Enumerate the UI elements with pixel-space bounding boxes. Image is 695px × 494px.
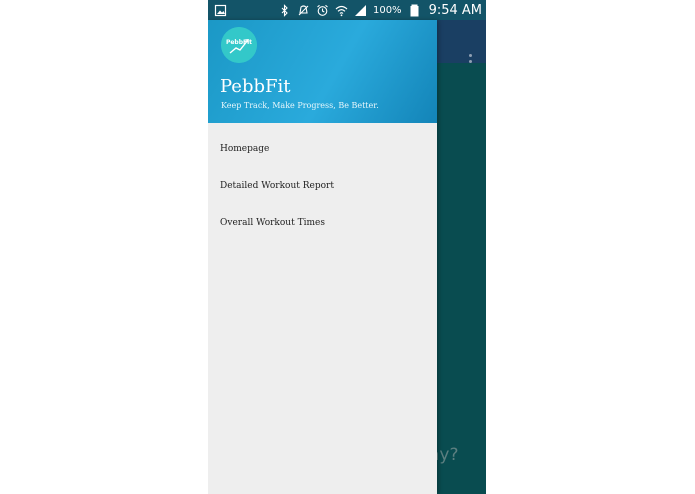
clock: 9:54 AM <box>428 2 482 18</box>
menu-item-overall-workout-times[interactable]: Overall Workout Times <box>208 205 437 242</box>
drawer-menu: Homepage Detailed Workout Report Overall… <box>208 123 437 242</box>
gallery-notification-icon <box>214 4 227 17</box>
drawer-header: PebbFit PebbFit Keep Track, Make Progres… <box>208 20 437 123</box>
menu-item-homepage[interactable]: Homepage <box>208 131 437 168</box>
alarm-icon <box>316 4 329 17</box>
phone-screen: ay? 100% 9:54 AM PebbFit PebbFit Keep Tr… <box>208 0 486 494</box>
battery-icon <box>408 4 421 17</box>
bluetooth-icon <box>278 3 291 17</box>
app-tagline: Keep Track, Make Progress, Be Better. <box>221 101 379 110</box>
menu-item-detailed-workout-report[interactable]: Detailed Workout Report <box>208 168 437 205</box>
signal-icon <box>354 4 367 17</box>
wifi-icon <box>335 4 348 17</box>
app-name: PebbFit <box>220 76 291 97</box>
status-bar: 100% 9:54 AM <box>208 0 486 20</box>
app-logo[interactable]: PebbFit <box>221 27 257 63</box>
vibrate-icon <box>297 4 310 17</box>
battery-percent: 100% <box>372 4 402 16</box>
navigation-drawer: PebbFit PebbFit Keep Track, Make Progres… <box>208 20 437 494</box>
